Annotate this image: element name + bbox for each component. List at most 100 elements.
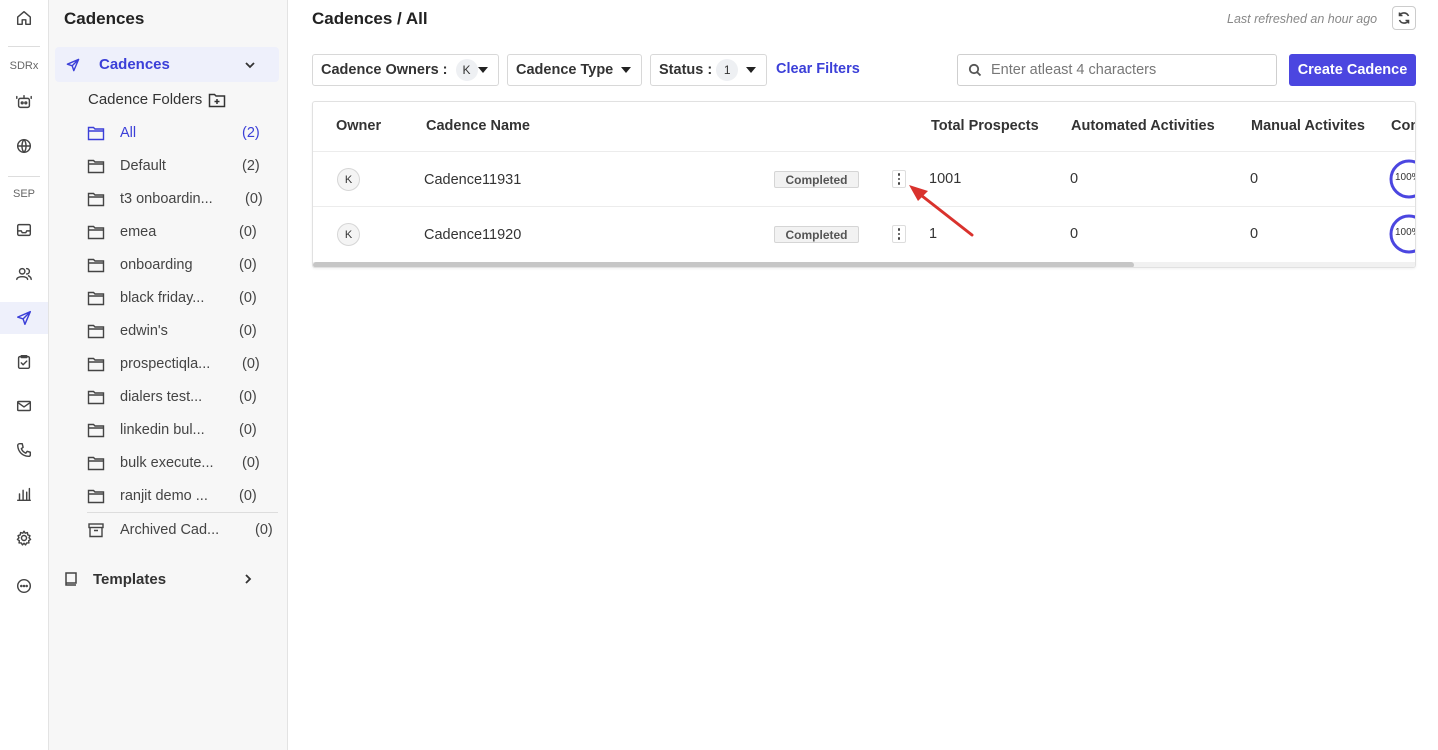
phone-icon[interactable]: [0, 434, 48, 466]
cadence-name-link[interactable]: Cadence11931: [424, 172, 521, 188]
folder-count: (0): [239, 290, 257, 306]
rail-divider: [8, 46, 40, 47]
folder-count: (2): [242, 158, 260, 174]
more-options-icon[interactable]: [0, 570, 48, 602]
folder-icon: [87, 390, 105, 405]
folder-item-prospectiqla[interactable]: prospectiqla... (0): [87, 353, 273, 375]
row-actions-kebab-icon[interactable]: [892, 170, 906, 188]
folder-item-emea[interactable]: emea (0): [87, 221, 273, 243]
chevron-down-icon[interactable]: [243, 58, 257, 72]
column-header-manual-activities[interactable]: Manual Activites: [1251, 118, 1365, 134]
status-badge: Completed: [774, 226, 859, 243]
folder-icon: [87, 357, 105, 372]
cadence-folders-label: Cadence Folders: [88, 91, 203, 108]
folder-name: emea: [120, 224, 157, 240]
row-actions-kebab-icon[interactable]: [892, 225, 906, 243]
cadence-name-link[interactable]: Cadence11920: [424, 227, 521, 243]
users-icon[interactable]: [0, 258, 48, 290]
folder-name: Default: [120, 158, 166, 174]
owner-avatar: K: [337, 223, 360, 246]
last-refreshed-text: Last refreshed an hour ago: [1227, 12, 1378, 26]
add-folder-icon[interactable]: [208, 92, 226, 108]
clear-filters-link[interactable]: Clear Filters: [776, 61, 860, 77]
column-header-automated-activities[interactable]: Automated Activities: [1071, 118, 1215, 134]
column-header-completion[interactable]: Con: [1391, 118, 1415, 134]
folder-icon: [87, 192, 105, 207]
templates-label: Templates: [93, 570, 167, 588]
gear-icon[interactable]: [0, 522, 48, 554]
folder-icon: [87, 456, 105, 471]
folder-item-default[interactable]: Default (2): [87, 155, 273, 177]
column-header-owner[interactable]: Owner: [336, 118, 381, 134]
folder-name: linkedin bul...: [120, 422, 205, 438]
folder-item-linkedin-bulk[interactable]: linkedin bul... (0): [87, 419, 273, 441]
chevron-right-icon[interactable]: [241, 572, 255, 586]
folder-item-bulk-execute[interactable]: bulk execute... (0): [87, 452, 273, 474]
folder-count: (0): [239, 389, 257, 405]
folder-name: edwin's: [120, 323, 168, 339]
folder-name: prospectiqla...: [120, 356, 211, 372]
folder-count: (0): [239, 488, 257, 504]
cadence-folders-heading: Cadence Folders: [88, 91, 226, 108]
owner-avatar: K: [337, 168, 360, 191]
folder-name: black friday...: [120, 290, 205, 306]
folder-count: (0): [242, 356, 260, 372]
folder-item-dialers-test[interactable]: dialers test... (0): [87, 386, 273, 408]
folder-count: (0): [239, 323, 257, 339]
column-header-cadence-name[interactable]: Cadence Name: [426, 118, 530, 134]
caret-down-icon: [746, 67, 756, 73]
cadence-type-filter[interactable]: Cadence Type: [507, 54, 642, 86]
folder-icon: [87, 324, 105, 339]
search-input[interactable]: [991, 62, 1261, 78]
archive-icon: [88, 523, 104, 538]
folder-item-onboarding[interactable]: onboarding (0): [87, 254, 273, 276]
column-header-total-prospects[interactable]: Total Prospects: [931, 118, 1039, 134]
folder-icon: [87, 126, 105, 141]
templates-section-header[interactable]: Templates: [63, 568, 263, 590]
cadence-owners-filter[interactable]: Cadence Owners : K: [312, 54, 499, 86]
caret-down-icon: [621, 67, 631, 73]
rail-section-sep: SEP: [12, 188, 35, 200]
folder-name: bulk execute...: [120, 455, 214, 471]
automated-activities-value: 0: [1070, 171, 1079, 187]
folder-item-edwins[interactable]: edwin's (0): [87, 320, 273, 342]
folder-item-t3-onboarding[interactable]: t3 onboardin... (0): [87, 188, 273, 210]
mail-icon[interactable]: [0, 390, 48, 422]
bar-chart-icon[interactable]: [0, 478, 48, 510]
folder-item-ranjit-demo[interactable]: ranjit demo ... (0): [87, 485, 273, 507]
folder-item-black-friday[interactable]: black friday... (0): [87, 287, 273, 309]
search-box: [957, 54, 1277, 86]
create-cadence-button[interactable]: Create Cadence: [1289, 54, 1416, 86]
folder-name: dialers test...: [120, 389, 203, 405]
folder-name: All: [120, 125, 137, 141]
book-icon: [65, 572, 77, 586]
folder-icon: [87, 258, 105, 273]
folder-icon: [87, 291, 105, 306]
refresh-icon: [1398, 12, 1410, 24]
horizontal-scrollbar-thumb[interactable]: [313, 262, 1134, 267]
folder-icon: [87, 159, 105, 174]
globe-icon[interactable]: [0, 130, 48, 162]
folder-divider: [87, 512, 278, 513]
robot-icon[interactable]: [0, 86, 48, 118]
folder-icon: [87, 423, 105, 438]
caret-down-icon: [478, 67, 488, 73]
folder-item-all[interactable]: All (2): [87, 122, 273, 144]
clipboard-check-icon[interactable]: [0, 346, 48, 378]
folder-name: Archived Cad...: [120, 522, 220, 538]
folder-name: t3 onboardin...: [120, 191, 213, 207]
send-icon[interactable]: [0, 302, 48, 334]
cadences-section-header[interactable]: Cadences: [55, 47, 279, 82]
inbox-icon[interactable]: [0, 214, 48, 246]
cadence-owners-label: Cadence Owners :: [321, 62, 448, 78]
send-icon: [66, 58, 80, 71]
status-filter[interactable]: Status : 1: [650, 54, 767, 86]
rail-divider: [8, 176, 40, 177]
home-icon[interactable]: [0, 2, 48, 34]
folder-count: (2): [242, 125, 260, 141]
folder-count: (0): [239, 224, 257, 240]
folder-item-archived[interactable]: Archived Cad... (0): [87, 519, 273, 541]
page-title: Cadences / All: [312, 9, 428, 28]
folder-count: (0): [239, 422, 257, 438]
refresh-button[interactable]: [1392, 6, 1416, 30]
